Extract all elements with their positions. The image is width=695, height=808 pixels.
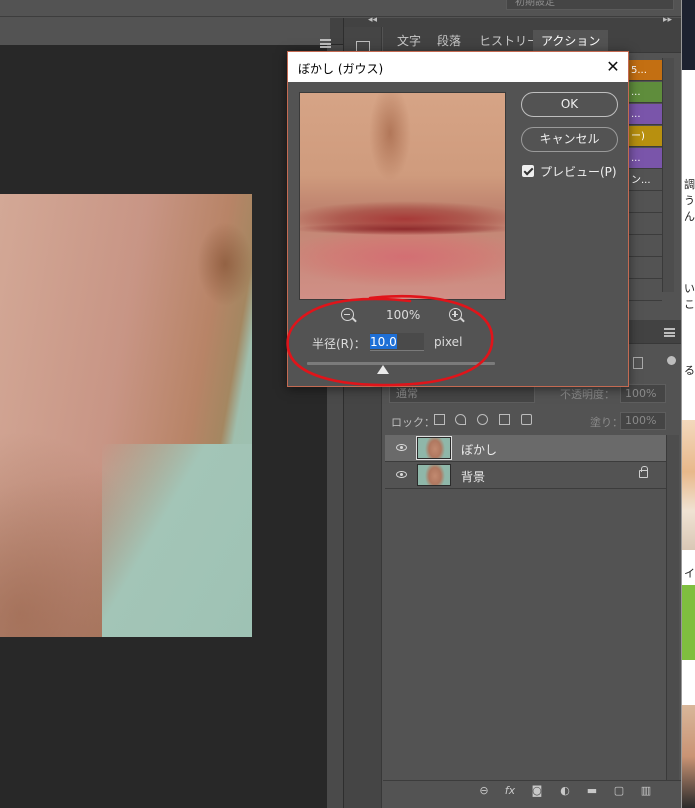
webpage-text: こ (684, 298, 695, 311)
webpage-text: イ (684, 567, 695, 580)
dialog-title: ぼかし (ガウス) (298, 62, 384, 76)
fill-input[interactable]: 100% (620, 412, 666, 430)
webpage-photo (682, 705, 695, 808)
actions-scrollbar[interactable] (662, 58, 674, 292)
fill-label: 塗り： (590, 416, 623, 429)
zoom-in-icon[interactable] (449, 308, 462, 321)
webpage-illustration (682, 420, 695, 550)
lock-artboard-icon[interactable] (499, 414, 510, 425)
layer-thumbnail[interactable] (417, 464, 451, 486)
layer-row[interactable]: 背景 (385, 462, 666, 489)
options-bar: 初期設定 (0, 0, 695, 17)
webpage-text: る (684, 364, 695, 377)
cancel-button[interactable]: キャンセル (521, 127, 618, 152)
fx-icon[interactable]: fx (504, 785, 516, 797)
layer-name[interactable]: 背景 (461, 468, 485, 485)
collapse-left-icon[interactable]: ◂◂ (368, 15, 377, 25)
preview-label[interactable]: プレビュー(P) (540, 163, 617, 180)
action-row[interactable] (628, 214, 662, 235)
layers-panel-menu-icon[interactable] (664, 328, 675, 337)
preview-checkbox[interactable] (522, 165, 534, 177)
action-row[interactable]: ... (628, 104, 662, 125)
mask-icon[interactable]: ◙ (531, 785, 543, 797)
action-row[interactable]: ... (628, 82, 662, 103)
opacity-label: 不透明度： (560, 388, 615, 401)
lock-label: ロック： (391, 416, 435, 429)
radius-label: 半径(R)： (312, 337, 366, 351)
action-row[interactable]: 5... (628, 60, 662, 81)
action-row[interactable]: ー) (628, 126, 662, 147)
webpage-text: い (684, 282, 695, 295)
link-icon[interactable]: ⊖ (478, 785, 490, 797)
collapse-right-icon[interactable]: ▸▸ (663, 15, 672, 25)
document-tab[interactable] (0, 18, 330, 45)
layer-row[interactable]: ぼかし (385, 435, 666, 462)
radius-slider[interactable] (307, 362, 495, 365)
action-row[interactable] (628, 258, 662, 279)
action-row[interactable]: ン... (628, 170, 662, 191)
tab-actions[interactable]: アクション (533, 30, 609, 53)
lock-move-icon[interactable] (477, 414, 488, 425)
lock-transparent-icon[interactable] (434, 414, 445, 425)
webpage-text: 調 (684, 178, 695, 191)
document-tabstrip (0, 18, 343, 45)
action-row[interactable] (628, 192, 662, 213)
trash-icon[interactable]: ▥ (640, 785, 652, 797)
close-icon[interactable]: ✕ (604, 58, 622, 76)
lock-icon[interactable] (639, 466, 648, 478)
lock-paint-icon[interactable] (455, 414, 466, 425)
canvas-image[interactable] (0, 194, 252, 637)
preview-lip-line (300, 223, 505, 235)
panel-tabbar: 文字 段落 ヒストリー アクション (383, 27, 682, 53)
webpage-text: う (684, 194, 695, 207)
webpage-header (682, 0, 695, 70)
gaussian-blur-dialog: ぼかし (ガウス) ✕ 100% 半径(R)： 10.0 pixel OK キャ… (287, 51, 629, 387)
preview-lower-lip (300, 229, 505, 287)
radius-unit: pixel (434, 335, 463, 349)
filter-type-icon[interactable] (633, 357, 643, 369)
visibility-eye-icon[interactable] (396, 444, 407, 451)
dialog-titlebar[interactable]: ぼかし (ガウス) ✕ (288, 52, 628, 82)
webpage-banner (682, 585, 695, 660)
filter-preview[interactable] (299, 92, 506, 300)
canvas-background (102, 444, 252, 637)
zoom-out-icon[interactable] (341, 308, 354, 321)
layer-thumbnail[interactable] (416, 436, 452, 460)
actions-panel-menu-icon[interactable] (320, 39, 331, 48)
tab-paragraph[interactable]: 段落 (429, 30, 469, 53)
ok-button[interactable]: OK (521, 92, 618, 117)
folder-icon[interactable]: ▬ (586, 785, 598, 797)
layer-name[interactable]: ぼかし (461, 441, 497, 458)
visibility-eye-icon[interactable] (396, 471, 407, 478)
background-webpage: 調 う ん い こ る イ (681, 0, 695, 808)
action-row[interactable] (628, 280, 662, 301)
preset-select[interactable]: 初期設定 (506, 0, 674, 10)
filter-toggle-icon[interactable] (667, 356, 676, 365)
adjustment-icon[interactable]: ◐ (559, 785, 571, 797)
lock-all-icon[interactable] (521, 414, 532, 425)
action-row[interactable] (628, 236, 662, 257)
action-row[interactable]: ... (628, 148, 662, 169)
zoom-level: 100% (386, 308, 421, 322)
radius-slider-thumb[interactable] (377, 365, 389, 374)
tab-character[interactable]: 文字 (389, 30, 429, 53)
webpage-text: ん (684, 210, 695, 223)
radius-value[interactable]: 10.0 (370, 335, 397, 349)
new-layer-icon[interactable]: ▢ (613, 785, 625, 797)
panel-collapse-row: ◂◂ ▸▸ (344, 15, 682, 27)
layers-empty-area (383, 490, 681, 778)
